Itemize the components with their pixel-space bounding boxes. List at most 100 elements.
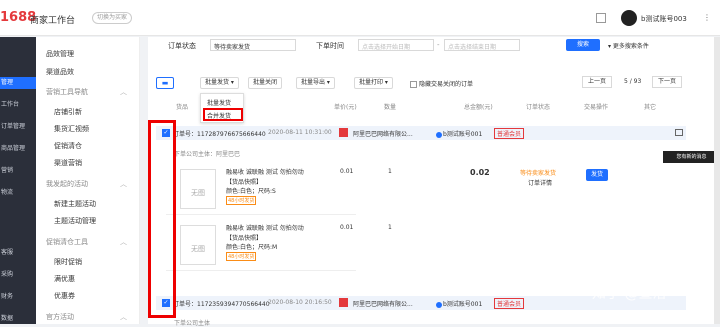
message-icon[interactable] [675,129,683,136]
more-icon[interactable]: ⋮ [703,13,711,22]
product-title[interactable]: 融易收 诚联融 测试 勿拍勿动 [226,223,304,232]
product-snapshot[interactable]: 【货品快照】 [226,177,262,186]
nav-sub-item[interactable]: 主题活动管理 [54,216,96,226]
more-filters-toggle[interactable]: ▾ 更多搜索条件 [608,41,649,50]
top-bar: 1688 商家工作台 切换为买家 b测试账号003 ⋮ [0,0,720,36]
nav-sub-item[interactable]: 满优惠 [54,274,75,284]
nav-group-my-activities[interactable]: 我发起的活动 [46,179,88,189]
batch-print-label: 批量打印 [359,79,384,86]
edit-icon[interactable] [596,13,606,23]
unit-price: 0.01 [340,224,354,231]
batch-print-button[interactable]: 批量打印 ▾ [354,77,393,89]
select-all-checkbox[interactable]: ▬ [156,77,174,89]
switch-to-buyer-button[interactable]: 切换为买家 [92,12,133,24]
batch-export-button[interactable]: 批量导出 ▾ [296,77,335,89]
date-separator: - [437,41,440,49]
column-header: 交易操作 [584,104,609,111]
product-snapshot[interactable]: 【货品快照】 [226,233,262,242]
search-button[interactable]: 搜索 [566,39,600,51]
left-nav-item[interactable]: 客服 [0,247,36,259]
left-nav-item[interactable]: 采购 [0,269,36,281]
shop-name[interactable]: 阿里巴巴网络有限公... [353,299,413,308]
product-thumbnail[interactable]: 无图 [180,225,216,265]
start-date-input[interactable]: 点击选择开始日期 [358,39,434,51]
left-nav-item[interactable]: 订单管理 [0,121,36,133]
buyer-label: b测试账号001 [443,301,483,308]
chevron-up-icon[interactable]: ︿ [120,237,127,247]
buyer-company: 下单公司主体：阿里巴巴 [174,151,241,158]
chevron-up-icon[interactable]: ︿ [120,179,127,189]
column-header: 数量 [384,104,397,111]
prev-page-button[interactable]: 上一页 [582,76,612,88]
order-time: 2020-08-10 20:16:50 [268,299,332,306]
shipping-tag: 48小时发货 [226,252,257,261]
nav-sub-item[interactable]: 集货汇视频 [54,124,89,134]
annotation-highlight [203,108,243,121]
nav-sub-item[interactable]: 店铺引新 [54,107,82,117]
member-badge: 普通会员 [494,128,525,139]
product-thumbnail[interactable]: 无图 [180,169,216,209]
buyer-company: 下单公司主体 [174,320,211,327]
left-nav-item[interactable]: 营销 [0,165,36,177]
chevron-up-icon[interactable]: ︿ [120,312,127,322]
order-detail-link[interactable]: 订单详情 [528,178,552,187]
toolbar: ▬ 批量发货 ▾ 批量关闭 批量导出 ▾ 批量打印 ▾ 隐藏交易关闭的订单 上一… [148,73,714,93]
chevron-up-icon[interactable]: ︿ [120,87,127,97]
shop-icon [339,298,348,307]
shop-icon [339,128,348,137]
nav-sub-item[interactable]: 优惠券 [54,291,75,301]
order-total: 0.02 [470,168,490,177]
product-row: 无图 融易收 诚联融 测试 勿拍勿动 【货品快照】 颜色:白色；尺码:M 48小… [166,219,356,271]
left-nav-item[interactable]: 财务 [0,291,36,303]
hide-closed-checkbox[interactable]: 隐藏交易关闭的订单 [410,79,473,88]
nav-group-official-activity[interactable]: 官方活动 [46,312,74,322]
batch-close-button[interactable]: 批量关闭 [248,77,283,89]
buyer-name[interactable]: b测试账号001 [436,299,482,308]
order-id: 订单号：1172879766756664​40 [173,131,266,138]
hide-closed-label: 隐藏交易关闭的订单 [419,81,474,88]
column-header: 货品 [176,104,189,111]
nav-sub-item[interactable]: 渠道营销 [54,158,82,168]
page-indicator: 5 / 93 [624,78,642,85]
shipping-tag: 48小时发货 [226,196,257,205]
left-nav-item[interactable]: 商品管理 [0,143,36,155]
ship-button[interactable]: 发货 [586,169,609,181]
batch-ship-dropdown: 批量发货 合并发货 [200,93,244,123]
scrollbar[interactable] [714,37,720,324]
unit-price: 0.01 [340,168,354,175]
nav-sub-item[interactable]: 新建主题活动 [54,199,96,209]
product-spec: 颜色:白色；尺码:S [226,188,276,195]
secondary-nav: 品效管理 渠道品效 营销工具导航 ︿ 店铺引新 集货汇视频 促销清仓 渠道营销 … [36,37,140,324]
batch-ship-button[interactable]: 批量发货 ▾ [200,77,239,89]
order-time-label: 下单时间 [316,42,344,50]
order-status: 等待卖家发货 [520,170,557,177]
quantity: 1 [388,224,392,231]
nav-item-channel-effect[interactable]: 渠道品效 [46,67,74,77]
more-filters-label: 更多搜索条件 [612,43,649,50]
quantity: 1 [388,168,392,175]
order-status-label: 订单状态 [168,42,196,50]
avatar[interactable] [621,10,637,26]
nav-sub-item[interactable]: 限时促销 [54,257,82,267]
nav-group-promo-tools[interactable]: 促销清仓工具 [46,237,88,247]
column-header: 其它 [644,104,657,111]
left-nav-item[interactable]: 工作台 [0,99,36,111]
left-nav-item[interactable]: 管理 [0,77,36,89]
batch-export-label: 批量导出 [301,79,326,86]
left-nav-item[interactable]: 数据 [0,313,36,325]
order-status-select[interactable]: 等待卖家发货 [210,39,296,51]
shop-name[interactable]: 阿里巴巴网络有限公... [353,129,413,138]
nav-sub-item[interactable]: 促销清仓 [54,141,82,151]
nav-item-product-effect[interactable]: 品效管理 [46,49,74,59]
product-title[interactable]: 融易收 诚联融 测试 勿拍勿动 [226,167,304,176]
buyer-label: b测试账号001 [443,131,483,138]
order-header: ✓ 订单号：1172879766756664​40 2020-08-11 10:… [156,126,686,140]
nav-group-marketing-tools[interactable]: 营销工具导航 [46,87,88,97]
next-page-button[interactable]: 下一页 [652,76,682,88]
buyer-name[interactable]: b测试账号001 [436,129,482,138]
left-nav-item[interactable]: 物流 [0,187,36,199]
end-date-input[interactable]: 点击选择结束日期 [444,39,520,51]
left-nav: 管理 工作台 订单管理 商品管理 营销 物流 客服 采购 财务 数据 [0,37,36,324]
dropdown-item-batch-ship[interactable]: 批量发货 [207,98,231,107]
account-name[interactable]: b测试账号003 [641,14,687,24]
